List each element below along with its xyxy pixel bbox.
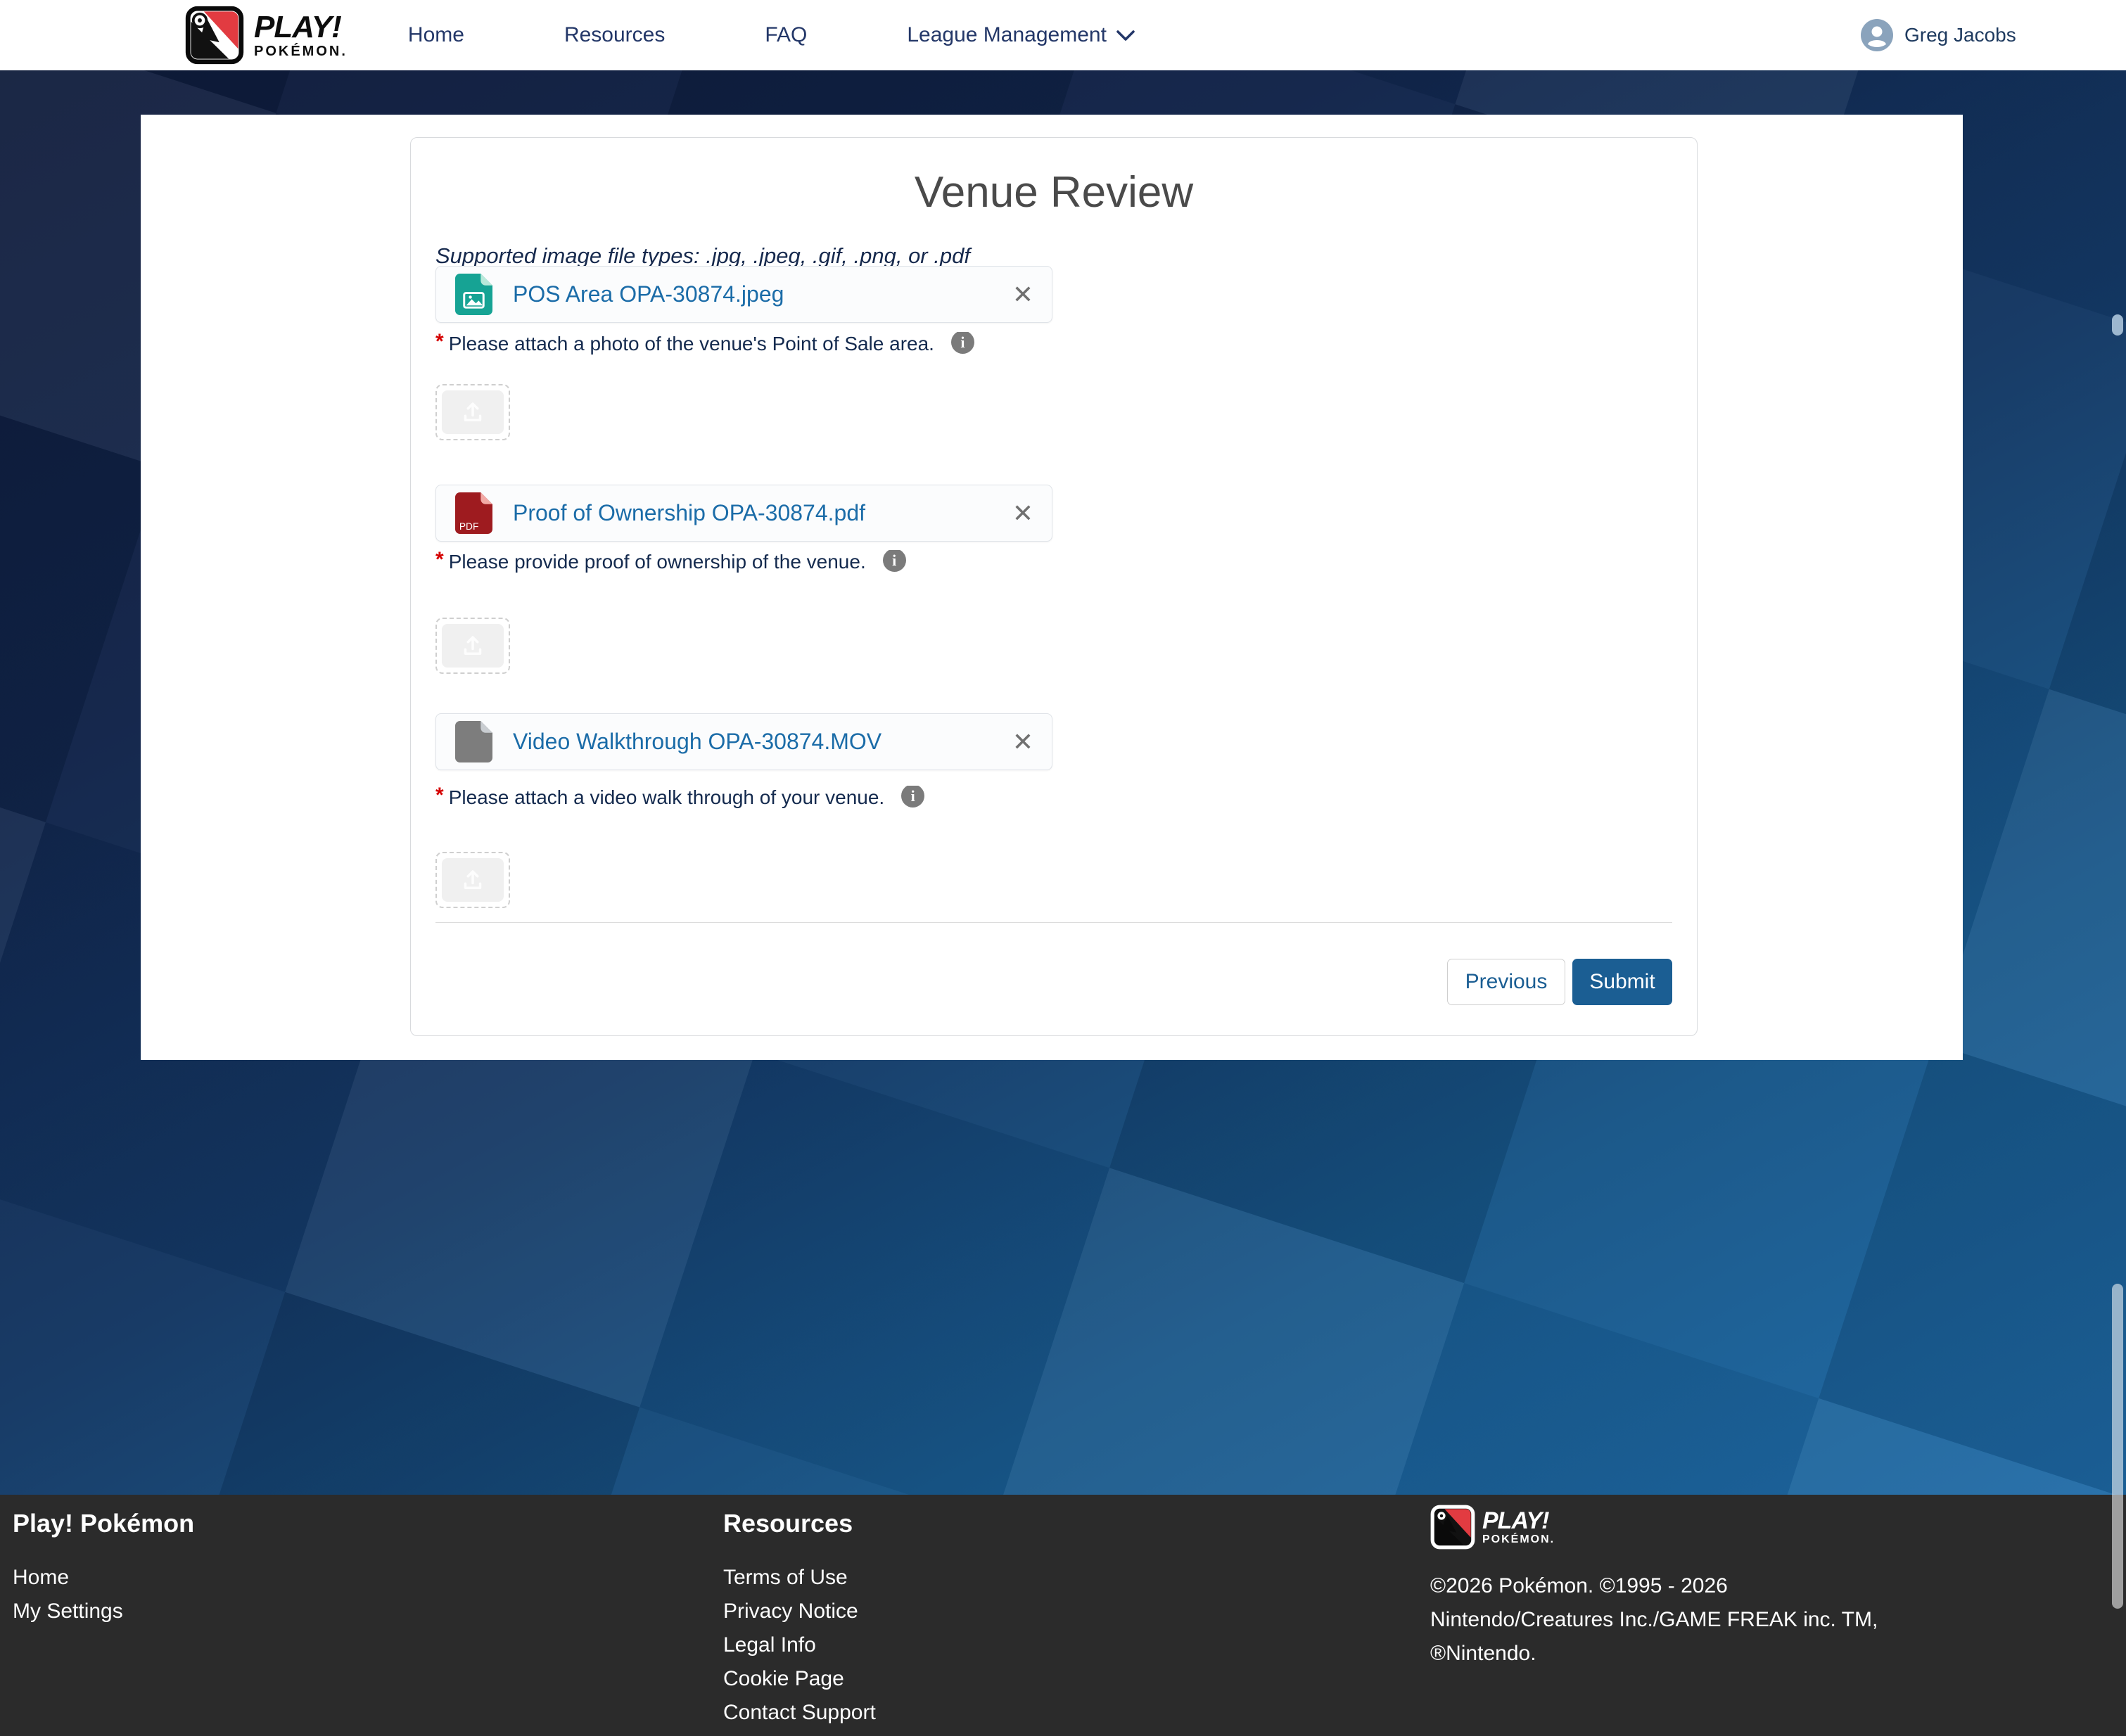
footer-link-my-settings[interactable]: My Settings: [13, 1595, 194, 1628]
remove-file-button[interactable]: ✕: [1012, 282, 1033, 307]
user-avatar-icon: [1861, 19, 1893, 51]
attachment-video-label-row: * Please attach a video walk through of …: [435, 786, 924, 810]
file-link[interactable]: POS Area OPA-30874.jpeg: [513, 281, 784, 307]
upload-dropzone-pos-area[interactable]: [435, 384, 510, 440]
nav-league-management-label: League Management: [907, 23, 1107, 47]
venue-review-card: Venue Review Supported image file types:…: [410, 137, 1698, 1036]
chevron-down-icon: [1116, 23, 1135, 47]
required-asterisk: *: [435, 550, 444, 572]
info-icon[interactable]: i: [951, 332, 974, 354]
supported-file-types-note: Supported image file types: .jpg, .jpeg,…: [435, 243, 970, 269]
footer-link-contact-support[interactable]: Contact Support: [723, 1696, 876, 1730]
info-icon[interactable]: i: [883, 550, 906, 572]
submit-button[interactable]: Submit: [1572, 959, 1672, 1005]
footer-logo-pokemon-text: POKÉMON.: [1482, 1534, 1555, 1545]
user-name: Greg Jacobs: [1904, 24, 2016, 46]
footer-link-cookie-page[interactable]: Cookie Page: [723, 1662, 876, 1696]
footer-link-privacy-notice[interactable]: Privacy Notice: [723, 1595, 876, 1628]
attachment-pos-area: POS Area OPA-30874.jpeg ✕: [435, 266, 1052, 323]
footer-column-legal: PLAY! POKÉMON. ©2026 Pokémon. ©1995 - 20…: [1430, 1505, 1937, 1671]
file-link[interactable]: Proof of Ownership OPA-30874.pdf: [513, 500, 865, 526]
file-link[interactable]: Video Walkthrough OPA-30874.MOV: [513, 729, 881, 755]
page-scrollbar-thumb[interactable]: [2112, 1284, 2123, 1609]
generic-file-icon: [454, 720, 493, 763]
attachment-label: Please attach a video walk through of yo…: [449, 786, 885, 810]
footer-link-legal-info[interactable]: Legal Info: [723, 1628, 876, 1662]
footer-link-home[interactable]: Home: [13, 1561, 194, 1595]
main-nav: Home Resources FAQ League Management: [408, 23, 1135, 47]
inner-scrollbar-thumb[interactable]: [2112, 314, 2123, 336]
upload-dropzone-video[interactable]: [435, 852, 510, 908]
upload-icon: [460, 400, 485, 425]
attachment-pos-area-label-row: * Please attach a photo of the venue's P…: [435, 332, 974, 356]
top-navigation-bar: PLAY! POKÉMON. Home Resources FAQ League…: [0, 0, 2126, 70]
copyright-text: ©2026 Pokémon. ©1995 - 2026 Nintendo/Cre…: [1430, 1569, 1937, 1671]
required-asterisk: *: [435, 786, 444, 808]
upload-dropzone-proof[interactable]: [435, 618, 510, 674]
attachment-label: Please attach a photo of the venue's Poi…: [449, 332, 934, 356]
nav-resources[interactable]: Resources: [564, 23, 665, 47]
image-file-icon: [454, 273, 493, 316]
footer-logo-wordmark: PLAY! POKÉMON.: [1482, 1509, 1555, 1545]
nav-resources-label: Resources: [564, 23, 665, 47]
remove-file-button[interactable]: ✕: [1012, 729, 1033, 755]
footer-column-resources: Resources Terms of Use Privacy Notice Le…: [723, 1509, 876, 1730]
footer-heading: Play! Pokémon: [13, 1509, 194, 1538]
pokemon-badge-icon: [185, 6, 244, 65]
pokemon-badge-icon: [1430, 1505, 1475, 1550]
svg-text:PDF: PDF: [459, 521, 479, 532]
nav-league-management[interactable]: League Management: [907, 23, 1135, 47]
nav-home[interactable]: Home: [408, 23, 464, 47]
attachment-proof-label-row: * Please provide proof of ownership of t…: [435, 550, 906, 574]
required-asterisk: *: [435, 332, 444, 354]
page: PLAY! POKÉMON. Home Resources FAQ League…: [0, 0, 2126, 1736]
copyright-line: Nintendo/Creatures Inc./GAME FREAK inc. …: [1430, 1603, 1937, 1637]
footer: Play! Pokémon Home My Settings Resources…: [0, 1495, 2126, 1736]
footer-play-pokemon-logo: PLAY! POKÉMON.: [1430, 1505, 1937, 1550]
upload-icon: [460, 867, 485, 893]
remove-file-button[interactable]: ✕: [1012, 501, 1033, 526]
page-title: Venue Review: [411, 167, 1697, 217]
attachment-video-walkthrough: Video Walkthrough OPA-30874.MOV ✕: [435, 713, 1052, 770]
nav-faq[interactable]: FAQ: [765, 23, 807, 47]
play-pokemon-logo[interactable]: PLAY! POKÉMON.: [185, 6, 348, 65]
attachment-label: Please provide proof of ownership of the…: [449, 550, 866, 574]
attachment-proof-of-ownership: PDF Proof of Ownership OPA-30874.pdf ✕: [435, 485, 1052, 542]
logo-play-text: PLAY!: [254, 12, 348, 43]
nav-home-label: Home: [408, 23, 464, 47]
upload-button[interactable]: [442, 390, 504, 434]
upload-button[interactable]: [442, 624, 504, 668]
upload-button[interactable]: [442, 858, 504, 902]
copyright-line: ®Nintendo.: [1430, 1637, 1937, 1671]
user-menu[interactable]: Greg Jacobs: [1861, 0, 2016, 70]
footer-logo-play-text: PLAY!: [1482, 1509, 1555, 1533]
copyright-line: ©2026 Pokémon. ©1995 - 2026: [1430, 1569, 1937, 1603]
upload-icon: [460, 633, 485, 658]
logo-pokemon-text: POKÉMON.: [254, 44, 348, 58]
form-divider: [435, 922, 1672, 923]
footer-heading: Resources: [723, 1509, 876, 1538]
footer-column-play-pokemon: Play! Pokémon Home My Settings: [13, 1509, 194, 1628]
nav-faq-label: FAQ: [765, 23, 807, 47]
footer-link-terms-of-use[interactable]: Terms of Use: [723, 1561, 876, 1595]
pdf-file-icon: PDF: [454, 492, 493, 535]
info-icon[interactable]: i: [901, 786, 924, 808]
previous-button[interactable]: Previous: [1447, 959, 1565, 1005]
logo-wordmark: PLAY! POKÉMON.: [254, 12, 348, 58]
form-actions: Previous Submit: [1447, 959, 1672, 1005]
